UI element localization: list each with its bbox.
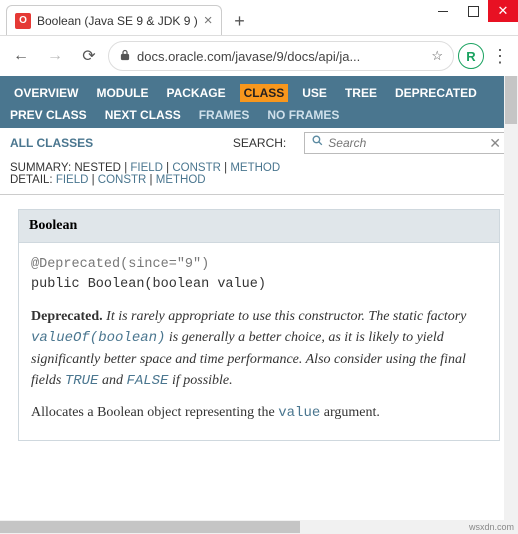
lock-icon bbox=[119, 49, 131, 64]
frames-link[interactable]: FRAMES bbox=[199, 108, 250, 122]
vertical-scrollbar[interactable] bbox=[504, 76, 518, 520]
signature: public Boolean(boolean value) bbox=[31, 277, 266, 292]
maximize-button[interactable] bbox=[458, 0, 488, 22]
subnav-row: PREV CLASS NEXT CLASS FRAMES NO FRAMES bbox=[10, 108, 508, 122]
search-input[interactable] bbox=[328, 136, 485, 150]
tab-use[interactable]: USE bbox=[298, 84, 331, 102]
code-false[interactable]: FALSE bbox=[126, 373, 168, 389]
signature-block: @Deprecated(since="9") public Boolean(bo… bbox=[31, 255, 487, 296]
tab-title: Boolean (Java SE 9 & JDK 9 ) bbox=[37, 14, 198, 28]
detail-label: DETAIL: bbox=[10, 174, 53, 186]
deprecated-text-3: and bbox=[98, 373, 126, 388]
all-classes-link[interactable]: ALL CLASSES bbox=[10, 136, 93, 150]
browser-tab[interactable]: O Boolean (Java SE 9 & JDK 9 ) × bbox=[6, 5, 222, 35]
tab-module[interactable]: MODULE bbox=[92, 84, 152, 102]
code-value: value bbox=[278, 405, 320, 421]
detail-method[interactable]: METHOD bbox=[156, 174, 206, 186]
window-controls: ✕ bbox=[428, 0, 518, 22]
doc-text: @Deprecated(since="9") public Boolean(bo… bbox=[19, 243, 499, 440]
page-content: OVERVIEW MODULE PACKAGE CLASS USE TREE D… bbox=[0, 76, 518, 534]
class-name-heading: Boolean bbox=[19, 210, 499, 243]
clear-search-icon[interactable]: ✕ bbox=[489, 135, 501, 152]
minimize-button[interactable] bbox=[428, 0, 458, 22]
new-tab-button[interactable]: + bbox=[226, 7, 254, 35]
vertical-scroll-thumb[interactable] bbox=[505, 76, 517, 124]
body-2: argument. bbox=[320, 405, 380, 420]
search-box[interactable]: ✕ bbox=[304, 132, 508, 154]
close-tab-icon[interactable]: × bbox=[204, 12, 213, 29]
noframes-link[interactable]: NO FRAMES bbox=[267, 108, 339, 122]
url-text: docs.oracle.com/javase/9/docs/api/ja... bbox=[137, 49, 425, 64]
summary-method[interactable]: METHOD bbox=[230, 162, 280, 174]
summary-label: SUMMARY: bbox=[10, 162, 71, 174]
deprecated-text-1: It is rarely appropriate to use this con… bbox=[106, 309, 466, 324]
summary-field[interactable]: FIELD bbox=[130, 162, 163, 174]
deprecated-text-4: if possible. bbox=[168, 373, 232, 388]
profile-avatar[interactable]: R bbox=[458, 43, 484, 69]
body-1: Allocates a Boolean object representing … bbox=[31, 405, 278, 420]
code-valueof[interactable]: valueOf(boolean) bbox=[31, 330, 165, 346]
horizontal-scrollbar[interactable] bbox=[0, 520, 518, 534]
tab-tree[interactable]: TREE bbox=[341, 84, 381, 102]
tab-class[interactable]: CLASS bbox=[240, 84, 289, 102]
summary-constr[interactable]: CONSTR bbox=[172, 162, 221, 174]
tab-package[interactable]: PACKAGE bbox=[162, 84, 229, 102]
forward-button[interactable]: → bbox=[40, 41, 70, 71]
tab-deprecated[interactable]: DEPRECATED bbox=[391, 84, 481, 102]
bookmark-icon[interactable]: ☆ bbox=[431, 48, 443, 64]
tab-overview[interactable]: OVERVIEW bbox=[10, 84, 82, 102]
search-row: ALL CLASSES SEARCH: ✕ bbox=[0, 128, 518, 158]
prev-class-link[interactable]: PREV CLASS bbox=[10, 108, 87, 122]
meta-summary: SUMMARY: NESTED | FIELD | CONSTR | METHO… bbox=[0, 158, 518, 195]
detail-constr[interactable]: CONSTR bbox=[98, 174, 147, 186]
close-window-button[interactable]: ✕ bbox=[488, 0, 518, 22]
search-label: SEARCH: bbox=[233, 136, 286, 150]
back-button[interactable]: ← bbox=[6, 41, 36, 71]
detail-field[interactable]: FIELD bbox=[56, 174, 89, 186]
horizontal-scroll-thumb[interactable] bbox=[0, 521, 300, 533]
watermark: wsxdn.com bbox=[469, 522, 514, 532]
menu-icon[interactable]: ⋮ bbox=[488, 46, 512, 67]
javadoc-nav-band: OVERVIEW MODULE PACKAGE CLASS USE TREE D… bbox=[0, 76, 518, 128]
nav-tabs: OVERVIEW MODULE PACKAGE CLASS USE TREE D… bbox=[10, 84, 508, 102]
address-bar[interactable]: docs.oracle.com/javase/9/docs/api/ja... … bbox=[108, 41, 454, 71]
favicon: O bbox=[15, 13, 31, 29]
code-true[interactable]: TRUE bbox=[65, 373, 99, 389]
search-icon bbox=[311, 134, 324, 152]
deprecated-label: Deprecated. bbox=[31, 309, 103, 324]
browser-toolbar: ← → ⟳ docs.oracle.com/javase/9/docs/api/… bbox=[0, 36, 518, 76]
titlebar: O Boolean (Java SE 9 & JDK 9 ) × + ✕ bbox=[0, 0, 518, 36]
next-class-link[interactable]: NEXT CLASS bbox=[105, 108, 181, 122]
annotation: @Deprecated(since="9") bbox=[31, 257, 209, 272]
reload-button[interactable]: ⟳ bbox=[74, 41, 104, 71]
doc-box: Boolean @Deprecated(since="9") public Bo… bbox=[18, 209, 500, 441]
doc-body-area: Boolean @Deprecated(since="9") public Bo… bbox=[0, 195, 518, 465]
summary-nested: NESTED bbox=[74, 162, 121, 174]
